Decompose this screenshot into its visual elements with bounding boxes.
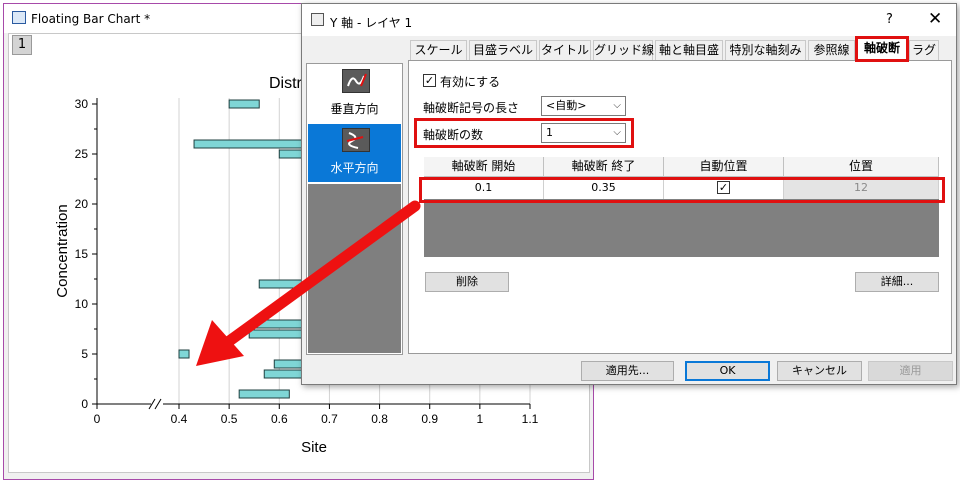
x-tick-label: 0.9 xyxy=(421,412,438,426)
dialog-title: Y 軸 - レイヤ 1 xyxy=(330,16,413,30)
enable-checkbox[interactable]: ✓ xyxy=(423,74,436,87)
tab-tick-labels[interactable]: 目盛ラベル xyxy=(469,40,537,60)
x-tick-label: 0.7 xyxy=(321,412,338,426)
delete-button[interactable]: 削除 xyxy=(425,272,509,292)
tab-special-ticks[interactable]: 特別な軸刻み xyxy=(725,40,806,60)
col-header-end[interactable]: 軸破断 終了 xyxy=(544,157,664,177)
tab-grid-lines[interactable]: グリッド線 xyxy=(593,40,654,60)
break-count-label: 軸破断の数 xyxy=(423,128,484,142)
tab-rug[interactable]: ラグ xyxy=(909,40,939,60)
y-tick-label: 25 xyxy=(75,147,89,161)
break-row-highlight xyxy=(419,177,945,203)
horizontal-axis-icon xyxy=(342,128,370,152)
chevron-down-icon: ⌵ xyxy=(613,127,621,138)
chart-bar xyxy=(178,349,190,359)
direction-vertical-label: 垂直方向 xyxy=(330,102,379,116)
direction-horizontal[interactable]: 水平方向 xyxy=(308,124,401,182)
apply-to-button[interactable]: 適用先... xyxy=(581,361,674,381)
symbol-length-select[interactable]: <自動> ⌵ xyxy=(541,96,626,116)
tab-title[interactable]: タイトル xyxy=(539,40,591,60)
vertical-axis-icon xyxy=(342,69,370,93)
layer-tab[interactable]: 1 xyxy=(12,35,32,55)
tab-axis-break[interactable]: 軸破断 xyxy=(855,36,909,62)
tab-axis-ticks[interactable]: 軸と軸目盛 xyxy=(655,40,723,60)
symbol-length-label: 軸破断記号の長さ xyxy=(423,101,520,115)
y-tick-label: 20 xyxy=(75,197,89,211)
x-tick-label: 0 xyxy=(94,412,101,426)
y-axis-label: Concentration xyxy=(54,204,71,297)
y-tick-label: 15 xyxy=(75,247,89,261)
close-button[interactable]: ✕ xyxy=(928,9,942,29)
y-tick-label: 30 xyxy=(75,97,89,111)
y-tick-label: 5 xyxy=(81,347,88,361)
graph-window-icon xyxy=(12,11,26,24)
symbol-length-value: <自動> xyxy=(546,99,587,112)
direction-panel-empty xyxy=(308,184,401,353)
break-count-select[interactable]: 1 ⌵ xyxy=(541,123,626,143)
chart-bar xyxy=(228,99,260,109)
x-tick-label: 1.1 xyxy=(522,412,539,426)
x-tick-label: 0.4 xyxy=(171,412,188,426)
break-count-value: 1 xyxy=(546,126,553,139)
y-tick-label: 10 xyxy=(75,297,89,311)
x-tick-label: 0.8 xyxy=(371,412,388,426)
dialog-titlebar[interactable]: Y 軸 - レイヤ 1 ? ✕ xyxy=(302,4,956,36)
tab-scale[interactable]: スケール xyxy=(410,40,467,60)
x-axis-label: Site xyxy=(301,439,327,456)
break-table: 軸破断 開始 軸破断 終了 自動位置 位置 0.1 0.35 ✓ 12 xyxy=(424,157,939,257)
help-button[interactable]: ? xyxy=(886,12,893,27)
direction-horizontal-label: 水平方向 xyxy=(330,161,379,175)
chart-bar xyxy=(238,389,290,399)
col-header-auto-position[interactable]: 自動位置 xyxy=(664,157,784,177)
ok-button[interactable]: OK xyxy=(685,361,770,381)
graph-window-title: Floating Bar Chart * xyxy=(31,12,151,26)
chevron-down-icon: ⌵ xyxy=(613,100,621,111)
axis-break-mark xyxy=(154,398,162,410)
x-tick-label: 0.5 xyxy=(221,412,238,426)
x-tick-label: 0.6 xyxy=(271,412,288,426)
dialog-app-icon xyxy=(311,13,324,26)
tab-reference-lines[interactable]: 参照線 xyxy=(808,40,855,60)
x-tick-label: 1 xyxy=(477,412,484,426)
cancel-button[interactable]: キャンセル xyxy=(777,361,862,381)
col-header-start[interactable]: 軸破断 開始 xyxy=(424,157,544,177)
direction-vertical[interactable]: 垂直方向 xyxy=(308,65,401,123)
direction-panel: 垂直方向 水平方向 xyxy=(306,63,403,355)
col-header-position[interactable]: 位置 xyxy=(784,157,939,177)
details-button[interactable]: 詳細... xyxy=(855,272,939,292)
apply-button[interactable]: 適用 xyxy=(868,361,953,381)
enable-label: 有効にする xyxy=(440,75,501,89)
y-tick-label: 0 xyxy=(81,397,88,411)
chart-title-partial: Distr xyxy=(269,75,303,92)
